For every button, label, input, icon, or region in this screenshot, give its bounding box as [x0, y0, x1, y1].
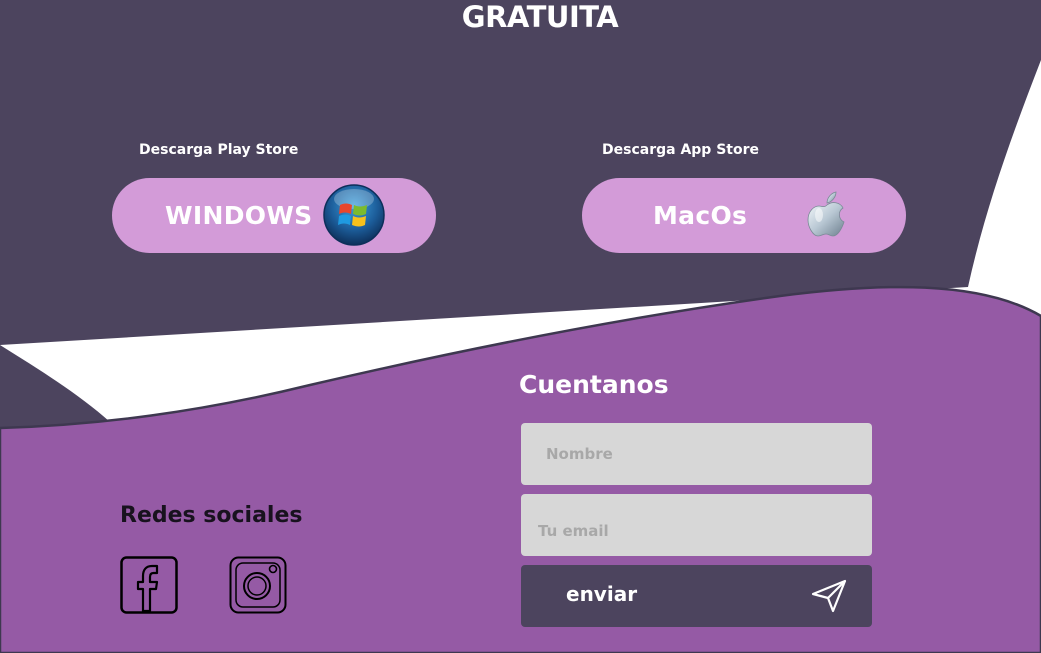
contact-title: Cuentanos	[519, 370, 669, 399]
submit-button[interactable]: enviar	[521, 565, 872, 627]
submit-label: enviar	[566, 582, 638, 606]
windows-logo-icon	[323, 184, 385, 250]
play-store-caption: Descarga Play Store	[139, 142, 299, 158]
email-input[interactable]	[521, 494, 872, 556]
name-input[interactable]	[521, 423, 872, 485]
page-title: GRATUITA	[461, 0, 619, 34]
macos-download-button[interactable]: MacOs	[582, 178, 906, 253]
windows-download-button[interactable]: WINDOWS	[112, 178, 436, 253]
apple-logo-icon	[805, 190, 849, 244]
app-store-caption: Descarga App Store	[602, 142, 759, 158]
dark-wave-left	[0, 345, 110, 428]
macos-download-label: MacOs	[653, 201, 748, 230]
facebook-icon[interactable]	[120, 556, 178, 618]
social-title: Redes sociales	[120, 503, 303, 528]
instagram-icon[interactable]	[229, 556, 287, 618]
windows-download-label: WINDOWS	[165, 201, 313, 230]
send-icon	[811, 579, 847, 617]
